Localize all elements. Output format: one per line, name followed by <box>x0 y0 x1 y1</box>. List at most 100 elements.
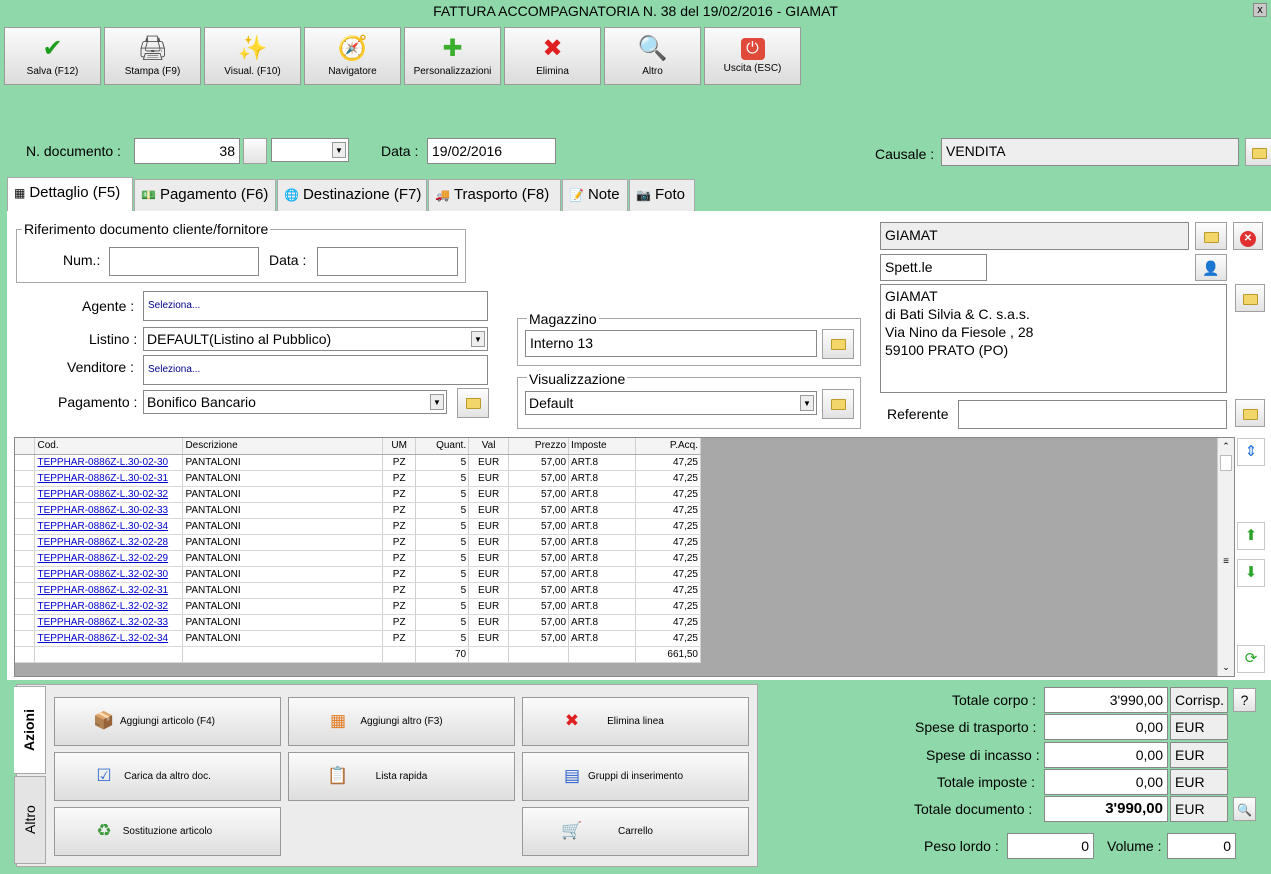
ndoc-series-select[interactable]: ▼ <box>271 138 349 162</box>
spese-trasporto-input[interactable]: 0,00 <box>1044 714 1168 740</box>
pagamento-select[interactable]: Bonifico Bancario ▼ <box>143 390 447 414</box>
article-code-link[interactable]: TEPPHAR-0886Z-L.30-02-33 <box>37 505 168 516</box>
article-code-link[interactable]: TEPPHAR-0886Z-L.32-02-32 <box>37 601 168 612</box>
article-code-link[interactable]: TEPPHAR-0886Z-L.32-02-33 <box>37 617 168 628</box>
replace-article-button[interactable]: ♻ Sostituzione articolo <box>54 807 281 856</box>
load-from-doc-button[interactable]: ☑ Carica da altro doc. <box>54 752 281 801</box>
customize-button[interactable]: ✚ Personalizzazioni <box>404 27 501 85</box>
row-selector[interactable] <box>15 598 36 615</box>
column-header[interactable]: UM <box>382 438 417 455</box>
print-button[interactable]: 🖨 Stampa (F9) <box>104 27 201 85</box>
cart-button[interactable]: 🛒 Carrello <box>522 807 749 856</box>
spese-incasso-input[interactable]: 0,00 <box>1044 742 1168 768</box>
article-code-link[interactable]: TEPPHAR-0886Z-L.32-02-34 <box>37 633 168 644</box>
refresh-button[interactable]: ⟳ <box>1237 645 1265 673</box>
cell-code[interactable]: TEPPHAR-0886Z-L.32-02-28 <box>34 534 184 551</box>
referente-browse-button[interactable] <box>1235 399 1265 427</box>
save-button[interactable]: ✔ Salva (F12) <box>4 27 101 85</box>
row-selector[interactable] <box>15 566 36 583</box>
table-row[interactable]: TEPPHAR-0886Z-L.30-02-33 PANTALONI PZ 5 EUR 5… <box>15 502 701 519</box>
magazzino-browse-button[interactable] <box>822 329 854 359</box>
cell-code[interactable]: TEPPHAR-0886Z-L.32-02-34 <box>34 630 184 647</box>
move-down-button[interactable]: ⬇ <box>1237 559 1265 587</box>
column-header[interactable]: Cod. <box>34 438 184 455</box>
cliente-clear-button[interactable]: ✕ <box>1233 222 1263 250</box>
tab-foto[interactable]: 📷 Foto <box>629 179 695 211</box>
exit-button[interactable]: ⏻ Uscita (ESC) <box>704 27 801 85</box>
causale-input[interactable]: VENDITA <box>941 138 1239 166</box>
causale-browse-button[interactable] <box>1245 138 1271 166</box>
add-other-button[interactable]: ▦ Aggiungi altro (F3) <box>288 697 515 746</box>
cell-code[interactable]: TEPPHAR-0886Z-L.30-02-31 <box>34 470 184 487</box>
table-row[interactable]: TEPPHAR-0886Z-L.32-02-28 PANTALONI PZ 5 EUR 5… <box>15 534 701 551</box>
agente-input[interactable]: Seleziona... <box>143 291 488 321</box>
row-selector[interactable] <box>15 470 36 487</box>
add-article-button[interactable]: 📦 Aggiungi articolo (F4) <box>54 697 281 746</box>
article-code-link[interactable]: TEPPHAR-0886Z-L.32-02-30 <box>37 569 168 580</box>
scroll-down-icon[interactable]: ⌄ <box>1218 659 1234 676</box>
cell-code[interactable]: TEPPHAR-0886Z-L.30-02-30 <box>34 454 184 471</box>
ndoc-input[interactable]: 38 <box>134 138 240 164</box>
row-selector[interactable] <box>15 630 36 647</box>
cell-code[interactable]: TEPPHAR-0886Z-L.30-02-34 <box>34 518 184 535</box>
column-header[interactable]: P.Acq. <box>635 438 701 455</box>
ndoc-series-button[interactable] <box>243 138 267 164</box>
cell-code[interactable]: TEPPHAR-0886Z-L.32-02-31 <box>34 582 184 599</box>
cell-code[interactable]: TEPPHAR-0886Z-L.32-02-33 <box>34 614 184 631</box>
listino-select[interactable]: DEFAULT(Listino al Pubblico) ▼ <box>143 327 488 351</box>
scroll-up-icon[interactable]: ⌃ <box>1218 438 1234 455</box>
table-row[interactable]: TEPPHAR-0886Z-L.32-02-30 PANTALONI PZ 5 EUR 5… <box>15 566 701 583</box>
table-row[interactable]: TEPPHAR-0886Z-L.30-02-31 PANTALONI PZ 5 EUR 5… <box>15 470 701 487</box>
tab-trasporto[interactable]: 🚚 Trasporto (F8) <box>428 179 561 211</box>
cell-code[interactable]: TEPPHAR-0886Z-L.30-02-33 <box>34 502 184 519</box>
tab-dettaglio[interactable]: ▦ Dettaglio (F5) <box>7 177 133 212</box>
article-code-link[interactable]: TEPPHAR-0886Z-L.32-02-31 <box>37 585 168 596</box>
visualizzazione-browse-button[interactable] <box>822 389 854 419</box>
article-code-link[interactable]: TEPPHAR-0886Z-L.30-02-32 <box>37 489 168 500</box>
column-header[interactable]: Imposte <box>568 438 636 455</box>
table-row[interactable]: TEPPHAR-0886Z-L.32-02-31 PANTALONI PZ 5 EUR 5… <box>15 582 701 599</box>
table-row[interactable]: TEPPHAR-0886Z-L.32-02-34 PANTALONI PZ 5 EUR 5… <box>15 630 701 647</box>
column-header[interactable]: Prezzo <box>508 438 570 455</box>
table-row[interactable]: TEPPHAR-0886Z-L.32-02-32 PANTALONI PZ 5 EUR 5… <box>15 598 701 615</box>
tab-pagamento[interactable]: 💵 Pagamento (F6) <box>134 179 276 211</box>
row-selector[interactable] <box>15 534 36 551</box>
contact-person-button[interactable]: 👤 <box>1195 254 1227 281</box>
tab-destinazione[interactable]: 🌐 Destinazione (F7) <box>277 179 427 211</box>
delete-line-button[interactable]: ✖ Elimina linea <box>522 697 749 746</box>
column-header[interactable]: Descrizione <box>182 438 384 455</box>
tab-azioni[interactable]: Azioni <box>14 686 46 774</box>
cell-code[interactable]: TEPPHAR-0886Z-L.32-02-30 <box>34 566 184 583</box>
magazzino-input[interactable]: Interno 13 <box>525 330 817 357</box>
close-window-button[interactable]: x <box>1253 3 1267 17</box>
quick-list-button[interactable]: 📋 Lista rapida <box>288 752 515 801</box>
row-selector[interactable] <box>15 486 36 503</box>
table-row[interactable]: TEPPHAR-0886Z-L.30-02-30 PANTALONI PZ 5 EUR 5… <box>15 454 701 471</box>
cliente-name-input[interactable]: GIAMAT <box>880 222 1189 250</box>
peso-lordo-input[interactable]: 0 <box>1007 833 1094 859</box>
column-header[interactable]: Quant. <box>415 438 470 455</box>
help-button[interactable]: ? <box>1233 688 1256 712</box>
move-up-button[interactable]: ⬆ <box>1237 522 1265 550</box>
cliente-address-box[interactable]: GIAMAT di Bati Silvia & C. s.a.s. Via Ni… <box>880 284 1227 393</box>
row-selector[interactable] <box>15 502 36 519</box>
pagamento-browse-button[interactable] <box>457 388 489 418</box>
venditore-input[interactable]: Seleziona... <box>143 355 488 385</box>
navigator-button[interactable]: 🧭 Navigatore <box>304 27 401 85</box>
cliente-browse-button[interactable] <box>1195 222 1227 250</box>
article-code-link[interactable]: TEPPHAR-0886Z-L.32-02-29 <box>37 553 168 564</box>
cell-code[interactable]: TEPPHAR-0886Z-L.30-02-32 <box>34 486 184 503</box>
volume-input[interactable]: 0 <box>1167 833 1236 859</box>
table-row[interactable]: TEPPHAR-0886Z-L.32-02-33 PANTALONI PZ 5 EUR 5… <box>15 614 701 631</box>
article-code-link[interactable]: TEPPHAR-0886Z-L.30-02-30 <box>37 457 168 468</box>
cell-code[interactable]: TEPPHAR-0886Z-L.32-02-32 <box>34 598 184 615</box>
cell-code[interactable]: TEPPHAR-0886Z-L.32-02-29 <box>34 550 184 567</box>
address-browse-button[interactable] <box>1235 284 1265 312</box>
grid-scrollbar[interactable]: ⌃ ≡ ⌄ <box>1217 438 1234 676</box>
rif-data-input[interactable] <box>317 247 458 276</box>
scroll-thumb[interactable] <box>1220 455 1232 471</box>
article-code-link[interactable]: TEPPHAR-0886Z-L.32-02-28 <box>37 537 168 548</box>
data-input[interactable]: 19/02/2016 <box>427 138 556 164</box>
zoom-button[interactable]: 🔍 <box>1233 797 1256 821</box>
article-code-link[interactable]: TEPPHAR-0886Z-L.30-02-31 <box>37 473 168 484</box>
